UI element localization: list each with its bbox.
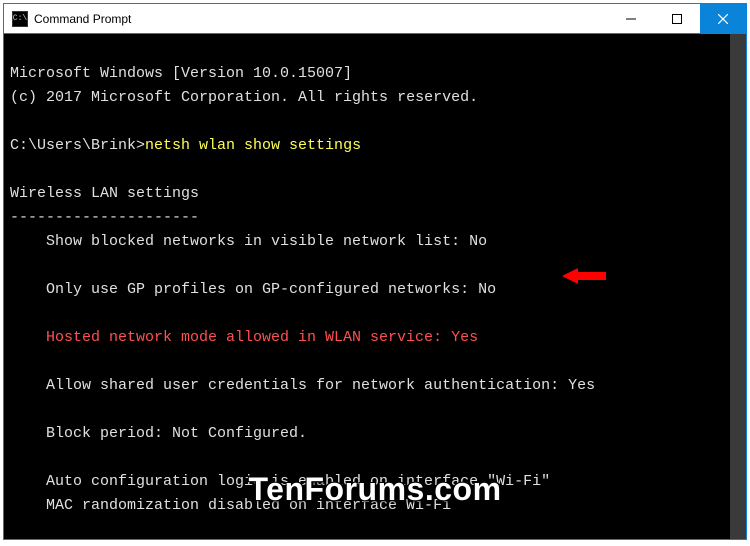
minimize-button[interactable]: [608, 4, 654, 33]
vertical-scrollbar[interactable]: [730, 34, 746, 539]
maximize-button[interactable]: [654, 4, 700, 33]
output-line: Auto configuration logic is enabled on i…: [10, 473, 550, 490]
scrollbar-thumb[interactable]: [730, 34, 746, 539]
command-input: netsh wlan show settings: [145, 137, 361, 154]
section-title: Wireless LAN settings: [10, 185, 199, 202]
close-button[interactable]: [700, 4, 746, 33]
output-line-highlighted: Hosted network mode allowed in WLAN serv…: [10, 329, 478, 346]
terminal-area[interactable]: Microsoft Windows [Version 10.0.15007] (…: [4, 34, 746, 539]
banner-line: (c) 2017 Microsoft Corporation. All righ…: [10, 89, 478, 106]
command-prompt-window: C:\ Command Prompt Microsoft Windows [Ve…: [3, 3, 747, 540]
output-line: Block period: Not Configured.: [10, 425, 307, 442]
output-line: Only use GP profiles on GP-configured ne…: [10, 281, 496, 298]
window-controls: [608, 4, 746, 33]
section-divider: ---------------------: [10, 209, 199, 226]
annotation-arrow-icon: [562, 266, 606, 286]
window-title: Command Prompt: [34, 12, 608, 26]
output-line: MAC randomization disabled on interface …: [10, 497, 451, 514]
prompt-path: C:\Users\Brink>: [10, 137, 145, 154]
app-icon: C:\: [12, 11, 28, 27]
banner-line: Microsoft Windows [Version 10.0.15007]: [10, 65, 352, 82]
titlebar[interactable]: C:\ Command Prompt: [4, 4, 746, 34]
output-line: Allow shared user credentials for networ…: [10, 377, 595, 394]
output-line: Show blocked networks in visible network…: [10, 233, 487, 250]
